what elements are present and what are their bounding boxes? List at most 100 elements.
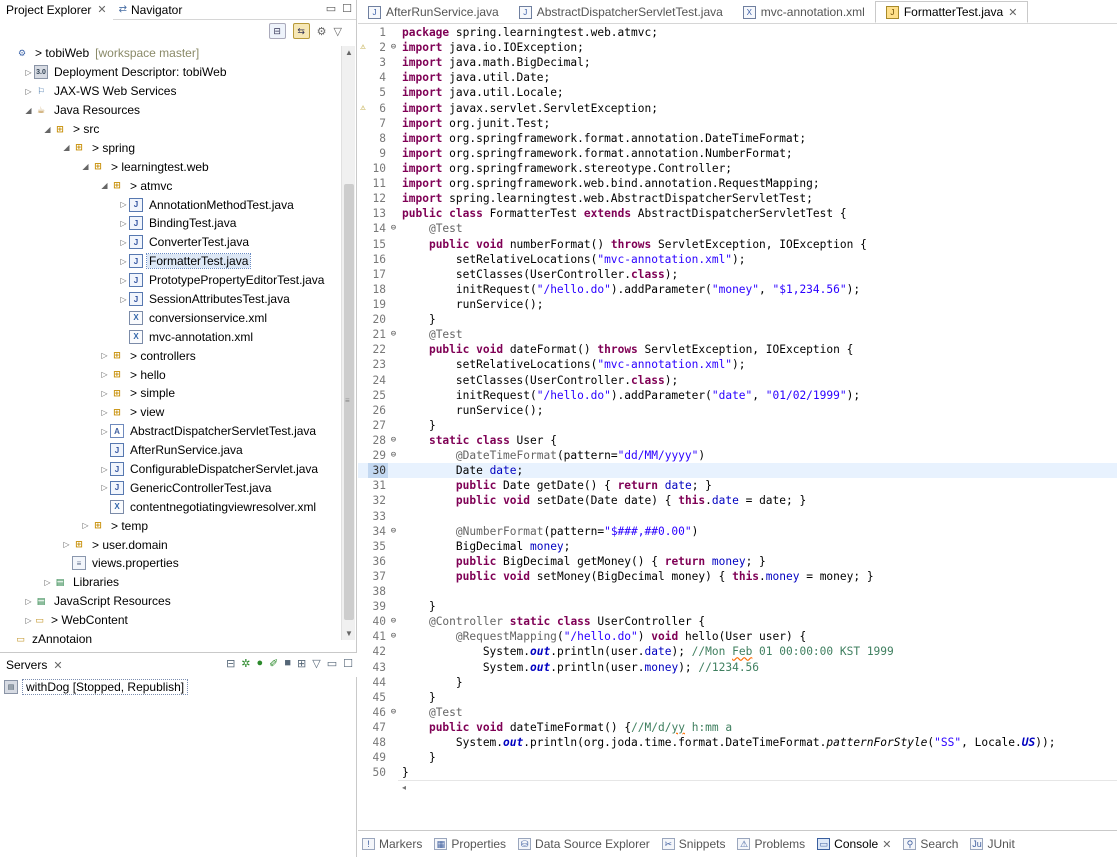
code-line[interactable]: 27 } — [358, 418, 1117, 433]
tree-item[interactable]: ▷ ▤ Libraries — [0, 573, 340, 592]
tree-item[interactable]: ◢ ⊞ > atmvc — [0, 176, 340, 195]
fold-icon[interactable]: ⊖ — [388, 705, 399, 720]
debug-icon[interactable]: ✲ — [241, 657, 250, 670]
tree-item[interactable]: ▭ zAnnotaion — [0, 630, 340, 644]
bottom-tab-data-source-explorer[interactable]: ⛁ Data Source Explorer — [518, 837, 650, 851]
code-line[interactable]: 42 System.out.println(user.date); //Mon … — [358, 644, 1117, 659]
code-line[interactable]: 49 } — [358, 750, 1117, 765]
collapsed-arrow-icon[interactable]: ▷ — [118, 200, 129, 209]
collapsed-arrow-icon[interactable]: ▷ — [118, 219, 129, 228]
code-line[interactable]: 38 — [358, 584, 1117, 599]
code-line[interactable]: 47 public void dateTimeFormat() {//M/d/y… — [358, 720, 1117, 735]
code-line[interactable]: 10 import org.springframework.stereotype.… — [358, 161, 1117, 176]
warning-icon[interactable]: ⚠ — [358, 101, 368, 116]
bottom-tab-console[interactable]: ▭ Console ✕ — [817, 837, 891, 851]
fold-icon[interactable]: ⊖ — [388, 40, 399, 55]
bottom-tab-problems[interactable]: ⚠ Problems — [737, 837, 805, 851]
collapsed-arrow-icon[interactable]: ▷ — [99, 408, 110, 417]
code-line[interactable]: ⚠ 6 import javax.servlet.ServletException; — [358, 101, 1117, 116]
tree-item[interactable]: ▷ 3.0 Deployment Descriptor: tobiWeb — [0, 63, 340, 82]
collapsed-arrow-icon[interactable]: ▷ — [23, 87, 34, 96]
tree-item[interactable]: ▷ ⊞ > hello — [0, 365, 340, 384]
tree-item[interactable]: ▷ J FormatterTest.java — [0, 252, 340, 271]
code-line[interactable]: 30 Date date; — [358, 463, 1117, 479]
tree-item[interactable]: ▷ A AbstractDispatcherServletTest.java — [0, 422, 340, 441]
code-line[interactable]: 41 ⊖ @RequestMapping("/hello.do") void he… — [358, 629, 1117, 644]
stop-icon[interactable]: ■ — [284, 657, 291, 670]
tree-item[interactable]: ▷ J SessionAttributesTest.java — [0, 290, 340, 309]
scroll-up-icon[interactable]: ▲ — [342, 48, 356, 57]
collapse-icon[interactable]: ⊟ — [226, 657, 235, 670]
tree-item[interactable]: ▷ ⚐ JAX-WS Web Services — [0, 82, 340, 101]
code-line[interactable]: 34 ⊖ @NumberFormat(pattern="$###,##0.00") — [358, 524, 1117, 539]
collapsed-arrow-icon[interactable]: ▷ — [42, 578, 53, 587]
tree-scrollbar[interactable]: ▲ ≡ ▼ — [341, 46, 355, 640]
collapsed-arrow-icon[interactable]: ▷ — [61, 540, 72, 549]
close-icon[interactable]: ✕ — [97, 3, 106, 16]
bottom-tab-search[interactable]: ⚲ Search — [903, 837, 958, 851]
bottom-tab-properties[interactable]: ▦ Properties — [434, 837, 506, 851]
code-line[interactable]: 13 public class FormatterTest extends Abs… — [358, 206, 1117, 221]
code-line[interactable]: 25 initRequest("/hello.do").addParameter… — [358, 388, 1117, 403]
code-line[interactable]: 1 package spring.learningtest.web.atmvc; — [358, 25, 1117, 40]
tree-item[interactable]: J AfterRunService.java — [0, 441, 340, 460]
code-line[interactable]: 8 import org.springframework.format.annot… — [358, 131, 1117, 146]
code-line[interactable]: 45 } — [358, 690, 1117, 705]
collapsed-arrow-icon[interactable]: ▷ — [118, 276, 129, 285]
code-line[interactable]: 33 — [358, 509, 1117, 524]
view-menu-icon[interactable]: ⚙ — [317, 25, 327, 38]
editor-tab[interactable]: J AbstractDispatcherServletTest.java — [509, 1, 733, 23]
tree-item[interactable]: Xconversionservice.xml — [0, 308, 340, 327]
tree-item[interactable]: ▷ ⊞ > user.domain — [0, 535, 340, 554]
server-row[interactable]: ▤ withDog [Stopped, Republish] — [0, 677, 357, 697]
bottom-tab-junit[interactable]: Ju JUnit — [970, 837, 1015, 851]
tree-item[interactable]: Xmvc-annotation.xml — [0, 327, 340, 346]
code-line[interactable]: 40 ⊖ @Controller static class UserControl… — [358, 614, 1117, 629]
code-line[interactable]: 39 } — [358, 599, 1117, 614]
close-icon[interactable]: ✕ — [882, 838, 891, 851]
editor-tab[interactable]: J AfterRunService.java — [358, 1, 509, 23]
publish-icon[interactable]: ⊞ — [297, 657, 306, 670]
tree-item[interactable]: ▷ ▤ JavaScript Resources — [0, 592, 340, 611]
chevron-down-icon[interactable]: ▽ — [334, 25, 342, 38]
code-line[interactable]: 14 ⊖ @Test — [358, 221, 1117, 236]
code-line[interactable]: 17 setClasses(UserController.class); — [358, 267, 1117, 282]
tree-item[interactable]: ▷ ▭ > WebContent — [0, 611, 340, 630]
collapsed-arrow-icon[interactable]: ▷ — [99, 389, 110, 398]
tree-item[interactable]: ◢ ⊞ > spring — [0, 138, 340, 157]
minimize-icon[interactable]: ▭ — [326, 2, 336, 15]
tab-project-explorer[interactable]: Project Explorer ✕ — [0, 0, 113, 20]
code-line[interactable]: 16 setRelativeLocations("mvc-annotation.… — [358, 252, 1117, 267]
code-line[interactable]: 11 import org.springframework.web.bind.an… — [358, 176, 1117, 191]
editor-tab[interactable]: J FormatterTest.java ✕ — [874, 1, 1029, 23]
code-line[interactable]: 3 import java.math.BigDecimal; — [358, 55, 1117, 70]
tree-item[interactable]: ◢ ⊞ > src — [0, 120, 340, 139]
code-line[interactable]: 35 BigDecimal money; — [358, 539, 1117, 554]
code-line[interactable]: 21 ⊖ @Test — [358, 327, 1117, 342]
code-line[interactable]: 28 ⊖ static class User { — [358, 433, 1117, 448]
collapsed-arrow-icon[interactable]: ▷ — [118, 295, 129, 304]
tree-item[interactable]: ▷ J ConverterTest.java — [0, 233, 340, 252]
link-with-editor-icon[interactable]: ⇆ — [292, 23, 310, 39]
tree-item[interactable]: ▷ J GenericControllerTest.java — [0, 478, 340, 497]
expanded-arrow-icon[interactable]: ◢ — [42, 125, 53, 134]
start-icon[interactable]: ● — [257, 657, 264, 670]
code-line[interactable]: 4 import java.util.Date; — [358, 70, 1117, 85]
expanded-arrow-icon[interactable]: ◢ — [61, 143, 72, 152]
tree-item[interactable]: ▷ J AnnotationMethodTest.java — [0, 195, 340, 214]
code-line[interactable]: 18 initRequest("/hello.do").addParameter… — [358, 282, 1117, 297]
code-line[interactable]: 29 ⊖ @DateTimeFormat(pattern="dd/MM/yyyy"… — [358, 448, 1117, 463]
code-line[interactable]: 50} — [358, 765, 1117, 780]
collapsed-arrow-icon[interactable]: ▷ — [118, 257, 129, 266]
code-line[interactable]: 9 import org.springframework.format.annot… — [358, 146, 1117, 161]
expanded-arrow-icon[interactable]: ◢ — [80, 162, 91, 171]
code-line[interactable]: 20 } — [358, 312, 1117, 327]
collapsed-arrow-icon[interactable]: ▷ — [118, 238, 129, 247]
code-area[interactable]: 1 package spring.learningtest.web.atmvc; ⚠… — [358, 25, 1117, 790]
fold-icon[interactable]: ⊖ — [388, 614, 399, 629]
collapse-all-icon[interactable]: ⊟ — [268, 23, 286, 39]
tree-item[interactable]: ⚙ > tobiWeb [workspace master] — [0, 44, 340, 63]
close-icon[interactable]: ✕ — [53, 659, 62, 672]
collapsed-arrow-icon[interactable]: ▷ — [99, 370, 110, 379]
fold-icon[interactable]: ⊖ — [388, 629, 399, 644]
